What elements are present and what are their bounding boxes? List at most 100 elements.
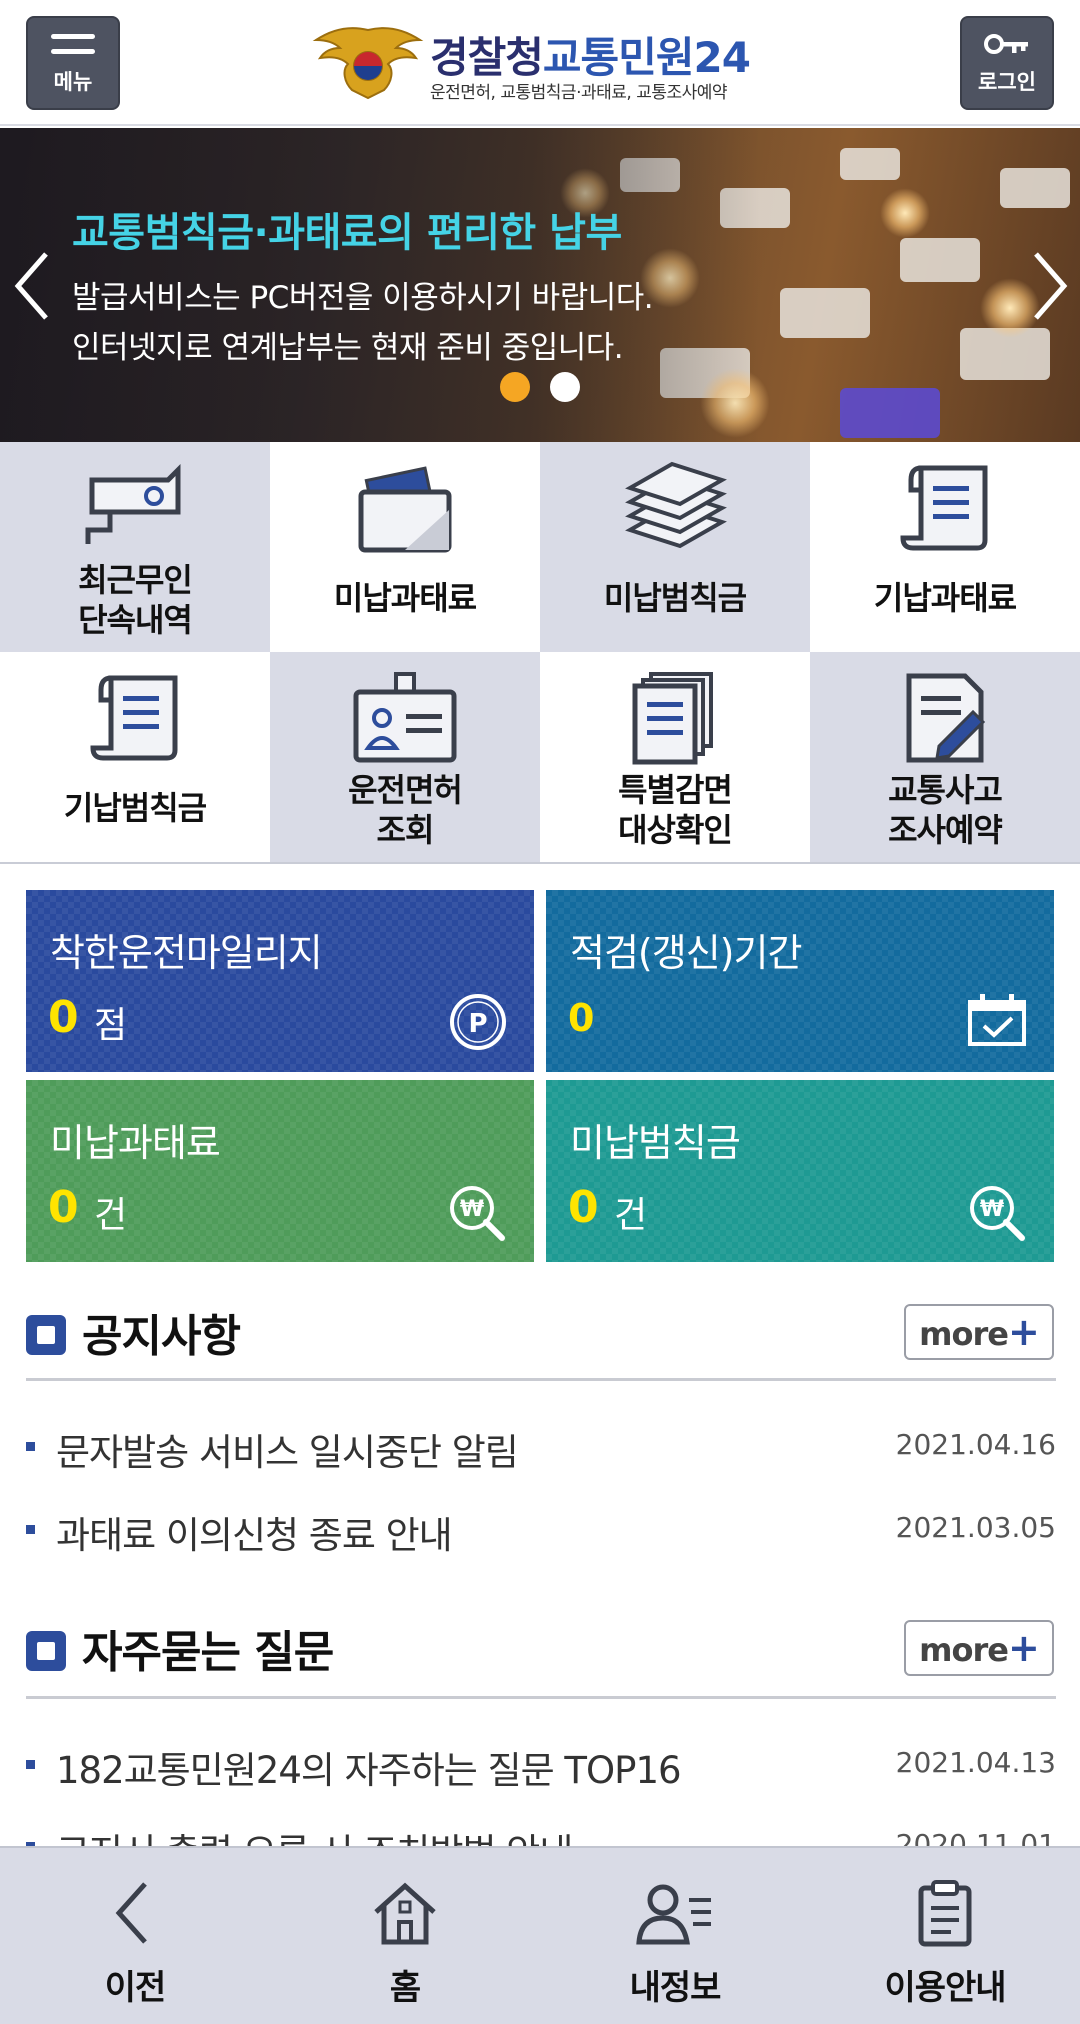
nav-my-info[interactable]: 내정보 xyxy=(540,1848,810,2024)
logo-subtitle: 운전면허, 교통범칙금·과태료, 교통조사예약 xyxy=(430,83,728,103)
receipt-scroll-icon xyxy=(900,465,988,551)
menu-unpaid-penalty[interactable]: 미납범칙금 xyxy=(540,442,810,652)
app-page: 메뉴 경찰청교통민원24 운전면허, 교통범칙금·과태료, 교통조사예약 로그인 xyxy=(0,0,1080,2024)
clipboard-icon xyxy=(918,1880,972,1947)
faq-divider xyxy=(26,1696,1056,1699)
menu-label: 기납과태료 xyxy=(873,579,1017,617)
pager-dot-2[interactable] xyxy=(550,372,580,402)
menu-special-reduction[interactable]: 특별감면 대상확인 xyxy=(540,652,810,862)
tile-title: 적검(갱신)기간 xyxy=(570,931,802,975)
camera-icon xyxy=(85,463,181,544)
tile-value: 0 xyxy=(48,1182,79,1233)
pager-dot-1[interactable] xyxy=(500,372,530,402)
banner-car xyxy=(1000,168,1070,208)
svg-text:P: P xyxy=(468,1009,487,1039)
menu-label: 최근무인 단속내역 xyxy=(78,561,193,639)
faq-item-title: 182교통민원24의 자주하는 질문 TOP16 xyxy=(56,1749,682,1792)
chevron-left-icon xyxy=(115,1882,147,1944)
nav-home[interactable]: 홈 xyxy=(270,1848,540,2024)
document-pen-icon xyxy=(906,673,986,763)
banner-pager xyxy=(500,372,600,406)
nav-label: 홈 xyxy=(389,1968,421,2008)
menu-license-lookup[interactable]: 운전면허 조회 xyxy=(270,652,540,862)
tile-driving-mileage[interactable]: 착한운전마일리지 0 점 P xyxy=(26,890,534,1072)
banner-title: 교통범칙금·과태료의 편리한 납부 xyxy=(72,210,622,256)
menu-label: 운전면허 조회 xyxy=(348,771,463,849)
tile-unit: 건 xyxy=(614,1195,648,1236)
nav-label: 내정보 xyxy=(629,1968,722,2008)
plus-icon: + xyxy=(1007,1310,1040,1354)
banner-car xyxy=(780,288,870,338)
svg-text:₩: ₩ xyxy=(980,1197,1004,1222)
tile-unit: 점 xyxy=(94,1005,128,1046)
tile-unpaid-fine[interactable]: 미납과태료 0 건 ₩ xyxy=(26,1080,534,1262)
key-icon xyxy=(984,34,1028,54)
notice-item-date: 2021.04.16 xyxy=(895,1428,1056,1461)
nav-label: 이전 xyxy=(104,1968,167,2008)
faq-item[interactable]: 182교통민원24의 자주하는 질문 TOP16 2021.04.13 xyxy=(26,1740,1056,1792)
won-search-icon: ₩ xyxy=(970,1186,1025,1241)
bullet-icon xyxy=(26,1760,35,1769)
won-search-icon: ₩ xyxy=(450,1186,505,1241)
menu-paid-penalty[interactable]: 기납범칙금 xyxy=(0,652,270,862)
bottom-nav: 이전 홈 내정보 이용안내 xyxy=(0,1846,1080,2024)
banner-prev-arrow-icon[interactable] xyxy=(12,246,52,326)
login-button[interactable]: 로그인 xyxy=(960,16,1054,110)
menu-label: 미납과태료 xyxy=(333,579,477,617)
tile-value: 0 xyxy=(568,1182,599,1233)
banner-car xyxy=(900,238,980,282)
faq-more-button[interactable]: more+ xyxy=(904,1620,1054,1676)
notice-item[interactable]: 문자발송 서비스 일시중단 알림 2021.04.16 xyxy=(26,1422,1056,1474)
home-icon xyxy=(374,1882,436,1945)
bullet-icon xyxy=(26,1525,35,1534)
bullet-icon xyxy=(26,1442,35,1451)
menu-recent-enforcement[interactable]: 최근무인 단속내역 xyxy=(0,442,270,652)
quick-menu-grid: 최근무인 단속내역 미납과태료 미납범칙금 기납과태료 기납범칙금 운전면허 조… xyxy=(0,442,1080,864)
notice-item[interactable]: 과태료 이의신청 종료 안내 2021.03.05 xyxy=(26,1505,1056,1557)
menu-label: 메뉴 xyxy=(53,70,93,94)
tile-title: 미납범칙금 xyxy=(570,1121,741,1165)
login-label: 로그인 xyxy=(978,70,1036,94)
menu-unpaid-fine[interactable]: 미납과태료 xyxy=(270,442,540,652)
svg-text:₩: ₩ xyxy=(460,1197,484,1222)
notice-item-title: 문자발송 서비스 일시중단 알림 xyxy=(56,1431,519,1474)
receipt-scroll-icon xyxy=(90,675,178,761)
menu-label: 교통사고 조사예약 xyxy=(888,771,1003,849)
notice-divider xyxy=(26,1378,1056,1381)
nav-back[interactable]: 이전 xyxy=(0,1848,270,2024)
tile-renewal-period[interactable]: 적검(갱신)기간 0 xyxy=(546,890,1054,1072)
tile-value: 0 xyxy=(568,996,595,1040)
menu-accident-reservation[interactable]: 교통사고 조사예약 xyxy=(810,652,1080,862)
nav-guide[interactable]: 이용안내 xyxy=(810,1848,1080,2024)
notice-item-title: 과태료 이의신청 종료 안내 xyxy=(56,1514,453,1557)
menu-paid-fine[interactable]: 기납과태료 xyxy=(810,442,1080,652)
logo-title-police: 경찰청 xyxy=(430,33,544,82)
notice-more-button[interactable]: more+ xyxy=(904,1304,1054,1360)
nav-label: 이용안내 xyxy=(884,1968,1006,2008)
menu-label: 특별감면 대상확인 xyxy=(618,771,733,849)
id-card-icon xyxy=(353,672,457,763)
header: 메뉴 경찰청교통민원24 운전면허, 교통범칙금·과태료, 교통조사예약 로그인 xyxy=(0,0,1080,126)
user-list-icon xyxy=(636,1884,711,1945)
police-emblem-icon xyxy=(312,27,424,100)
tile-title: 착한운전마일리지 xyxy=(50,931,323,975)
tile-title: 미납과태료 xyxy=(50,1121,221,1165)
hamburger-icon xyxy=(51,34,95,54)
notice-item-date: 2021.03.05 xyxy=(895,1511,1056,1544)
parking-point-icon: P xyxy=(450,994,506,1050)
banner-line-1: 발급서비스는 PC버전을 이용하시기 바랍니다. xyxy=(72,280,654,316)
tile-unit: 건 xyxy=(94,1195,128,1236)
documents-icon xyxy=(632,672,713,765)
notice-title: 공지사항 xyxy=(26,1300,241,1364)
logo-title: 경찰청교통민원24 xyxy=(430,24,751,85)
banner-bus xyxy=(840,388,940,438)
menu-button[interactable]: 메뉴 xyxy=(26,16,120,110)
promo-banner[interactable]: 교통범칙금·과태료의 편리한 납부 발급서비스는 PC버전을 이용하시기 바랍니… xyxy=(0,128,1080,442)
site-logo[interactable]: 경찰청교통민원24 운전면허, 교통범칙금·과태료, 교통조사예약 xyxy=(312,20,782,104)
banner-light xyxy=(880,188,930,238)
tile-unpaid-penalty[interactable]: 미납범칙금 0 건 ₩ xyxy=(546,1080,1054,1262)
banner-line-2: 인터넷지로 연계납부는 현재 준비 중입니다. xyxy=(72,330,624,366)
tile-value: 0 xyxy=(48,992,79,1043)
logo-title-service: 교통민원24 xyxy=(542,33,751,82)
banner-next-arrow-icon[interactable] xyxy=(1030,246,1070,326)
